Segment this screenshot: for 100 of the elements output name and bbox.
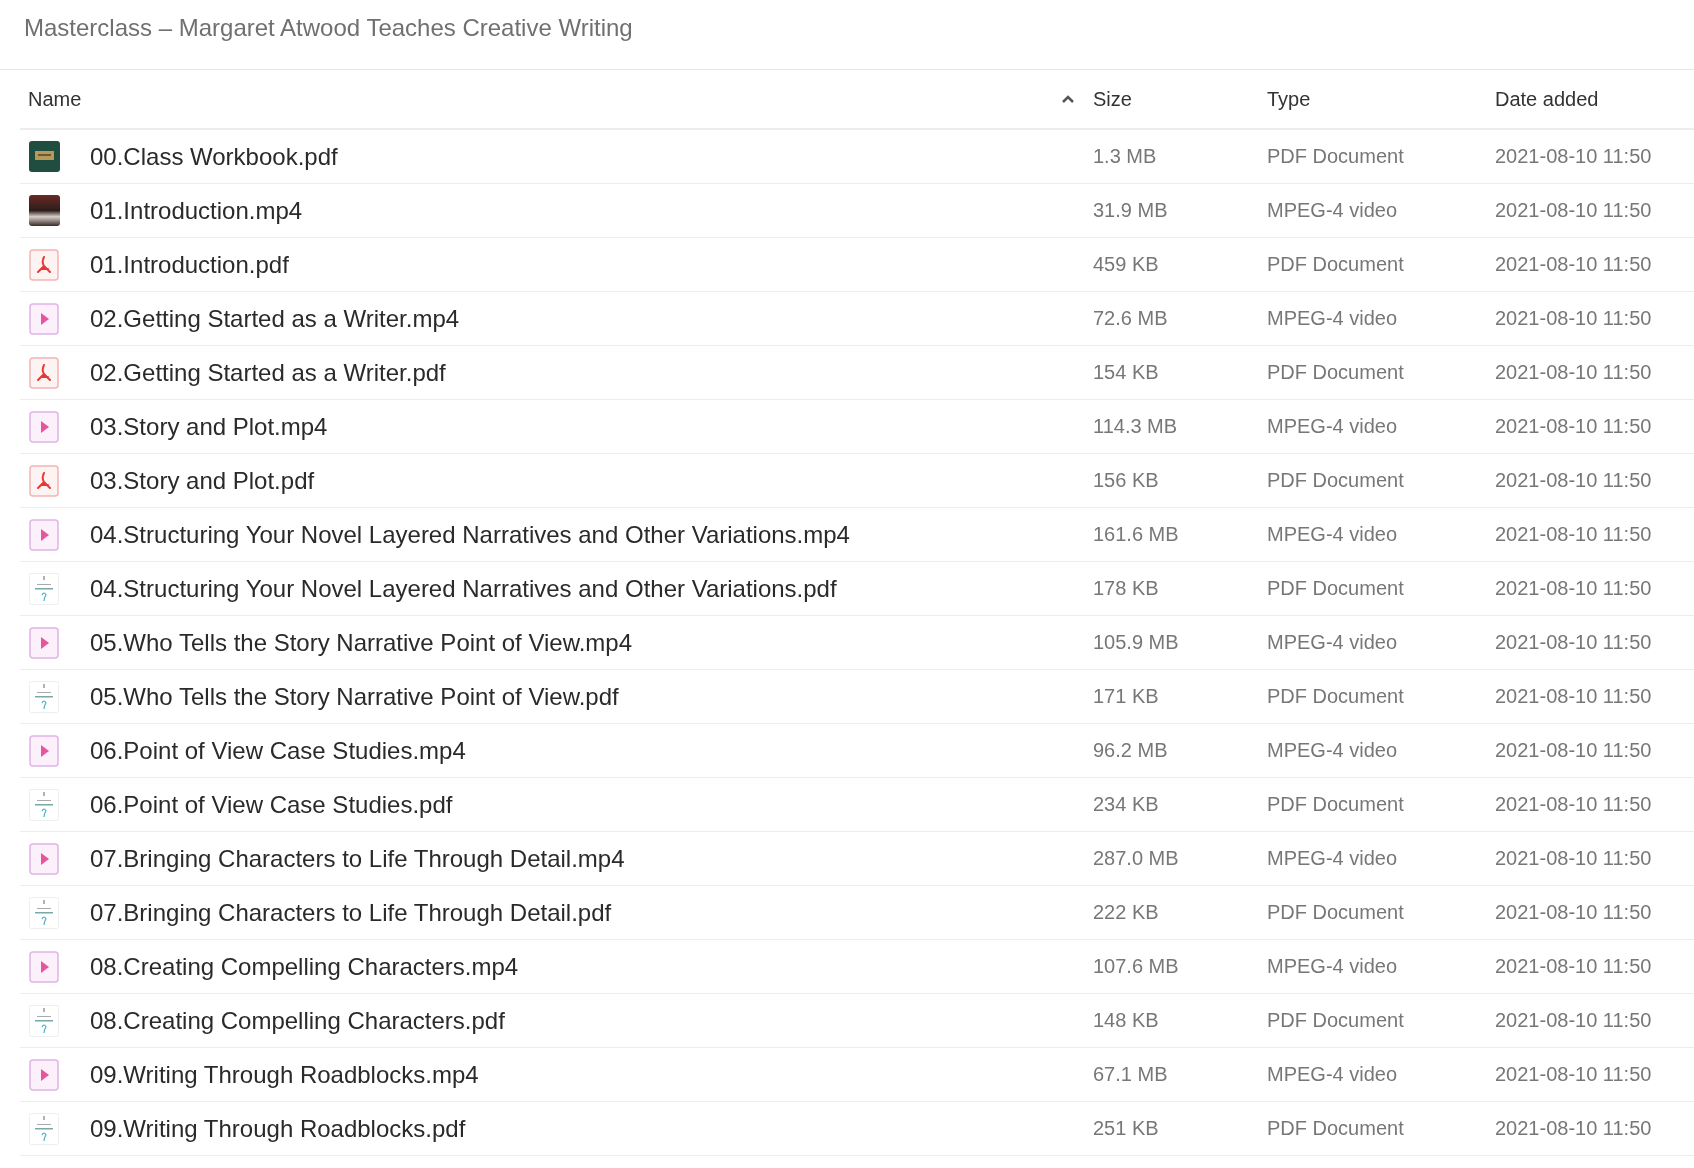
date-added: 2021-08-10 11:50 (1495, 199, 1653, 222)
date-added: 2021-08-10 11:50 (1495, 847, 1653, 870)
file-size: 96.2 MB (1093, 739, 1169, 762)
date-added: 2021-08-10 11:50 (1495, 685, 1653, 708)
file-size: 251 KB (1093, 1117, 1160, 1140)
file-name[interactable]: 06.Point of View Case Studies.pdf (90, 790, 1043, 819)
file-size: 105.9 MB (1093, 631, 1180, 654)
file-type: MPEG-4 video (1267, 523, 1399, 546)
video-file-icon (29, 626, 59, 659)
file-name[interactable]: 07.Bringing Characters to Life Through Detail.pdf (90, 898, 1043, 927)
file-type: MPEG-4 video (1267, 631, 1399, 654)
file-type: PDF Document (1267, 469, 1405, 492)
date-added: 2021-08-10 11:50 (1495, 1117, 1653, 1140)
file-name[interactable]: 02.Getting Started as a Writer.mp4 (90, 304, 1043, 333)
file-type: MPEG-4 video (1267, 739, 1399, 762)
date-added: 2021-08-10 11:50 (1495, 901, 1653, 924)
file-type: PDF Document (1267, 145, 1405, 168)
date-added: 2021-08-10 11:50 (1495, 307, 1653, 330)
file-type: PDF Document (1267, 361, 1405, 384)
file-size: 178 KB (1093, 577, 1160, 600)
file-type: PDF Document (1267, 793, 1405, 816)
video-file-icon (29, 518, 59, 551)
file-size: 171 KB (1093, 685, 1160, 708)
date-added: 2021-08-10 11:50 (1495, 1063, 1653, 1086)
file-size: 161.6 MB (1093, 523, 1180, 546)
date-added: 2021-08-10 11:50 (1495, 361, 1653, 384)
file-type: MPEG-4 video (1267, 415, 1399, 438)
file-size: 1.3 MB (1093, 145, 1158, 168)
sort-ascending-icon[interactable] (1061, 94, 1075, 104)
video-file-icon (29, 950, 59, 983)
book-cover-icon (29, 141, 60, 172)
file-type: PDF Document (1267, 901, 1405, 924)
column-header[interactable]: Type (1267, 87, 1311, 111)
file-name[interactable]: 05.Who Tells the Story Narrative Point of View.mp4 (90, 628, 1043, 657)
file-size: 72.6 MB (1093, 307, 1169, 330)
file-name[interactable]: 08.Creating Compelling Characters.mp4 (90, 952, 1043, 981)
video-file-icon (29, 842, 59, 875)
date-added: 2021-08-10 11:50 (1495, 415, 1653, 438)
column-header[interactable]: Date added (1495, 87, 1599, 111)
file-name[interactable]: 01.Introduction.pdf (90, 250, 1043, 279)
file-type: PDF Document (1267, 1117, 1405, 1140)
file-size: 222 KB (1093, 901, 1160, 924)
document-thumbnail-icon (29, 788, 59, 821)
file-size: 156 KB (1093, 469, 1160, 492)
file-type: MPEG-4 video (1267, 1063, 1399, 1086)
file-type: PDF Document (1267, 685, 1405, 708)
date-added: 2021-08-10 11:50 (1495, 145, 1653, 168)
folder-title: Masterclass – Margaret Atwood Teaches Creative Writing (23, 13, 634, 43)
file-size: 459 KB (1093, 253, 1160, 276)
document-thumbnail-icon (29, 572, 59, 605)
column-header[interactable]: Size (1093, 87, 1132, 111)
date-added: 2021-08-10 11:50 (1495, 253, 1653, 276)
file-type: MPEG-4 video (1267, 307, 1399, 330)
file-name[interactable]: 05.Who Tells the Story Narrative Point of View.pdf (90, 682, 1043, 711)
file-size: 154 KB (1093, 361, 1160, 384)
file-name[interactable]: 01.Introduction.mp4 (90, 196, 1043, 225)
document-thumbnail-icon (29, 896, 59, 929)
file-size: 114.3 MB (1093, 415, 1179, 438)
file-type: PDF Document (1267, 1009, 1405, 1032)
file-name[interactable]: 00.Class Workbook.pdf (90, 142, 1043, 171)
video-file-icon (29, 734, 59, 767)
file-name[interactable]: 03.Story and Plot.mp4 (90, 412, 1043, 441)
document-thumbnail-icon (29, 680, 59, 713)
video-file-icon (29, 302, 59, 335)
file-type: MPEG-4 video (1267, 955, 1399, 978)
date-added: 2021-08-10 11:50 (1495, 577, 1653, 600)
file-name[interactable]: 02.Getting Started as a Writer.pdf (90, 358, 1043, 387)
file-size: 234 KB (1093, 793, 1160, 816)
video-thumbnail (29, 195, 60, 226)
file-name[interactable]: 06.Point of View Case Studies.mp4 (90, 736, 1043, 765)
file-size: 287.0 MB (1093, 847, 1180, 870)
date-added: 2021-08-10 11:50 (1495, 1009, 1653, 1032)
video-file-icon (29, 1058, 59, 1091)
date-added: 2021-08-10 11:50 (1495, 523, 1653, 546)
column-header[interactable]: Name (20, 87, 82, 111)
file-type: MPEG-4 video (1267, 847, 1399, 870)
file-type: PDF Document (1267, 577, 1405, 600)
document-thumbnail-icon (29, 1112, 59, 1145)
file-type: PDF Document (1267, 253, 1405, 276)
video-file-icon (29, 410, 59, 443)
file-size: 107.6 MB (1093, 955, 1180, 978)
file-size: 148 KB (1093, 1009, 1160, 1032)
file-name[interactable]: 04.Structuring Your Novel Layered Narratives and Other Variations.mp4 (90, 520, 1043, 549)
file-size: 31.9 MB (1093, 199, 1169, 222)
file-name[interactable]: 09.Writing Through Roadblocks.mp4 (90, 1060, 1043, 1089)
date-added: 2021-08-10 11:50 (1495, 739, 1653, 762)
file-size: 67.1 MB (1093, 1063, 1169, 1086)
file-name[interactable]: 04.Structuring Your Novel Layered Narratives and Other Variations.pdf (90, 574, 1043, 603)
file-name[interactable]: 08.Creating Compelling Characters.pdf (90, 1006, 1043, 1035)
pdf-icon (29, 464, 59, 497)
date-added: 2021-08-10 11:50 (1495, 955, 1653, 978)
date-added: 2021-08-10 11:50 (1495, 469, 1653, 492)
date-added: 2021-08-10 11:50 (1495, 793, 1653, 816)
date-added: 2021-08-10 11:50 (1495, 631, 1653, 654)
file-name[interactable]: 07.Bringing Characters to Life Through Detail.mp4 (90, 844, 1043, 873)
file-name[interactable]: 03.Story and Plot.pdf (90, 466, 1043, 495)
pdf-icon (29, 356, 59, 389)
file-type: MPEG-4 video (1267, 199, 1399, 222)
file-name[interactable]: 09.Writing Through Roadblocks.pdf (90, 1114, 1043, 1143)
document-thumbnail-icon (29, 1004, 59, 1037)
